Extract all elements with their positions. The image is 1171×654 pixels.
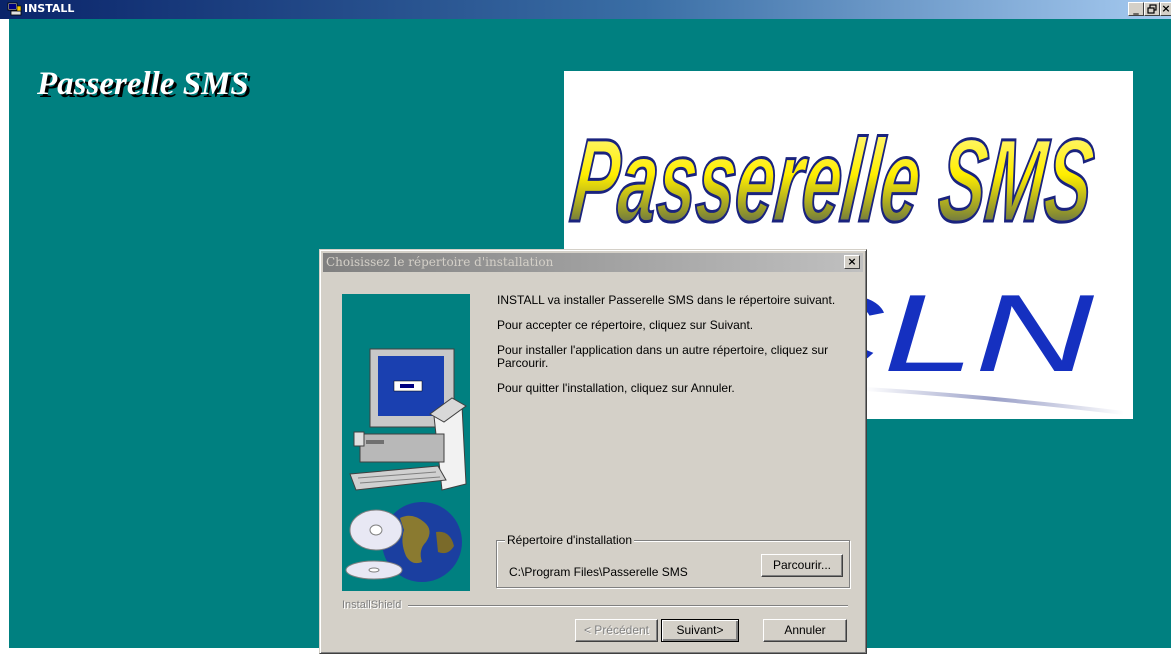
- installshield-label: InstallShield: [342, 599, 402, 611]
- installer-app-icon: [7, 2, 22, 16]
- window-title-bar: INSTALL _ ×: [0, 0, 1171, 19]
- restore-button[interactable]: [1144, 2, 1160, 16]
- window-title: INSTALL: [24, 2, 75, 15]
- setup-illustration: [342, 294, 470, 591]
- back-button[interactable]: < Précédent: [575, 619, 658, 642]
- instruction-line: Pour accepter ce répertoire, cliquez sur…: [497, 318, 754, 332]
- minimize-button[interactable]: _: [1128, 2, 1144, 16]
- instructions: INSTALL va installer Passerelle SMS dans…: [497, 294, 852, 407]
- install-directory-group: Répertoire d'installation C:\Program Fil…: [496, 533, 850, 588]
- app-heading: Passerelle SMS: [37, 66, 249, 102]
- group-label: Répertoire d'installation: [505, 533, 635, 547]
- instruction-line: Pour installer l'application dans un aut…: [497, 343, 829, 370]
- computer-globe-illustration: [345, 348, 467, 582]
- restore-icon: [1147, 4, 1157, 14]
- cancel-button[interactable]: Annuler: [763, 619, 847, 642]
- next-button[interactable]: Suivant>: [661, 619, 739, 642]
- separator: [408, 605, 848, 607]
- instruction-line: INSTALL va installer Passerelle SMS dans…: [497, 293, 836, 307]
- dialog-close-button[interactable]: ×: [844, 255, 860, 269]
- dialog-title: Choisissez le répertoire d'installation: [326, 255, 554, 269]
- close-window-button[interactable]: ×: [1160, 2, 1171, 16]
- install-path: C:\Program Files\Passerelle SMS: [509, 565, 688, 579]
- browse-button[interactable]: Parcourir...: [761, 554, 843, 577]
- instruction-line: Pour quitter l'installation, cliquez sur…: [497, 381, 735, 395]
- logo-wordmark: Passerelle SMS: [566, 115, 1100, 247]
- dialog-title-bar: Choisissez le répertoire d'installation …: [323, 253, 863, 272]
- install-directory-dialog: Choisissez le répertoire d'installation …: [319, 249, 867, 654]
